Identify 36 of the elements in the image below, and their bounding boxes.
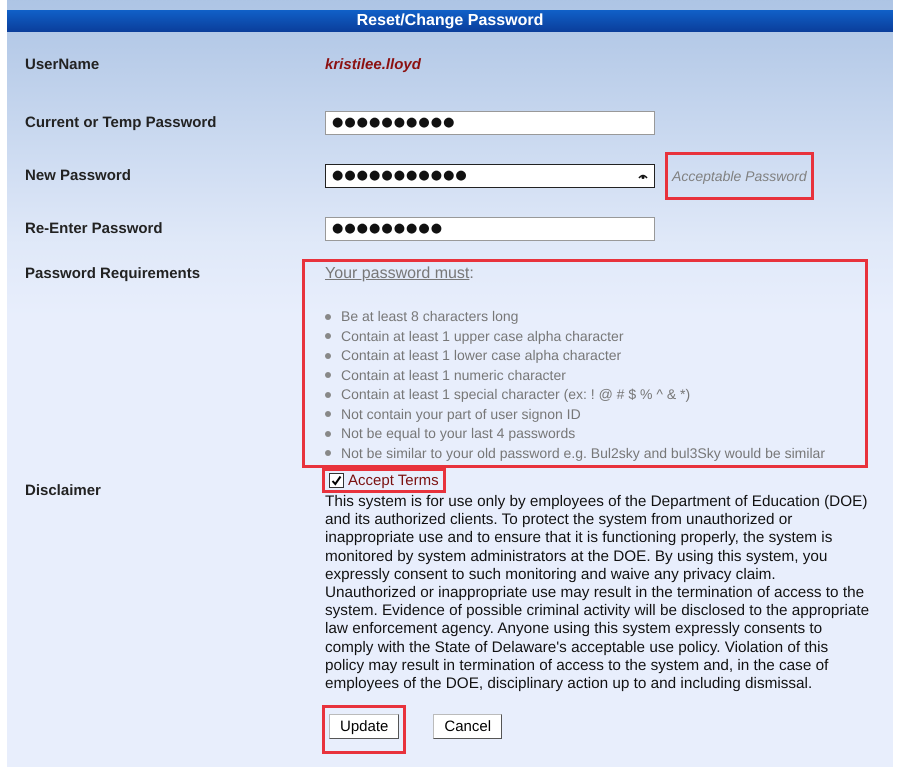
form-button[interactable]: Cancel <box>433 714 502 740</box>
password-field[interactable]: ●●●●●●●●●● <box>325 110 655 134</box>
field-label: Password Requirements <box>25 265 202 282</box>
bullet-icon <box>325 450 331 456</box>
password-field[interactable]: ●●●●●●●●●●● <box>325 164 655 188</box>
bullet-icon <box>325 314 331 320</box>
field-label: New Password <box>25 167 132 184</box>
password-field[interactable]: ●●●●●●●●● <box>325 216 655 240</box>
check-icon <box>331 475 342 486</box>
password-status: Acceptable Password <box>670 166 808 186</box>
requirements-heading: Your password must: <box>325 265 474 282</box>
accept-checkbox[interactable] <box>329 473 344 488</box>
requirement-item: Not contain your part of user signon ID <box>341 404 581 424</box>
bullet-icon <box>325 392 331 398</box>
eye-icon[interactable] <box>638 172 648 178</box>
bullet-icon <box>325 333 331 340</box>
requirement-item: Be at least 8 characters long <box>341 307 518 326</box>
field-label: Re-Enter Password <box>25 220 164 237</box>
requirement-item: Contain at least 1 numeric character <box>341 366 566 384</box>
bullet-icon <box>325 411 331 418</box>
checkbox-label[interactable]: Accept Terms <box>348 472 439 489</box>
bullet-icon <box>325 430 331 437</box>
form-button[interactable]: Update <box>329 714 400 740</box>
disclaimer-text: This system is for use only by employees of the Department of Education (DOE) and its authorized clients. To protect the system from unauthorized or inappropriate use and to ensure that it is functioning properly, the system is monitored by system administrators at the DOE. By using this system, you expressly consent to such monitoring and waive any privacy claim. Unauthorized or inappropriate use may result in the termination of access to the system. Evidence of possible criminal activity will be disclosed to the appropriate law enforcement agency. Anyone using this system expressly consents to comply with the State of Delaware's acceptable use policy. Violation of this policy may result in termination of access to the system and, in the case of employees of the DOE, disciplinary action up to and including dismissal. <box>325 493 870 694</box>
username-value: kristilee.lloyd <box>325 56 421 72</box>
bullet-icon <box>325 372 331 378</box>
page-title: Reset/Change Password <box>7 10 893 32</box>
requirement-item: Contain at least 1 lower case alpha character <box>341 346 622 365</box>
requirement-item: Contain at least 1 special character (ex: ! @ # $ % ^ & *) <box>341 385 690 404</box>
bullet-icon <box>325 352 331 359</box>
field-label: UserName <box>25 56 100 72</box>
requirement-item: Not be similar to your old password e.g. Bul2sky and bul3Sky would be similar <box>341 444 826 463</box>
requirement-item: Contain at least 1 upper case alpha character <box>341 326 624 346</box>
requirement-item: Not be equal to your last 4 passwords <box>341 424 576 443</box>
field-label: Disclaimer <box>25 482 102 499</box>
field-label: Current or Temp Password <box>25 114 218 131</box>
